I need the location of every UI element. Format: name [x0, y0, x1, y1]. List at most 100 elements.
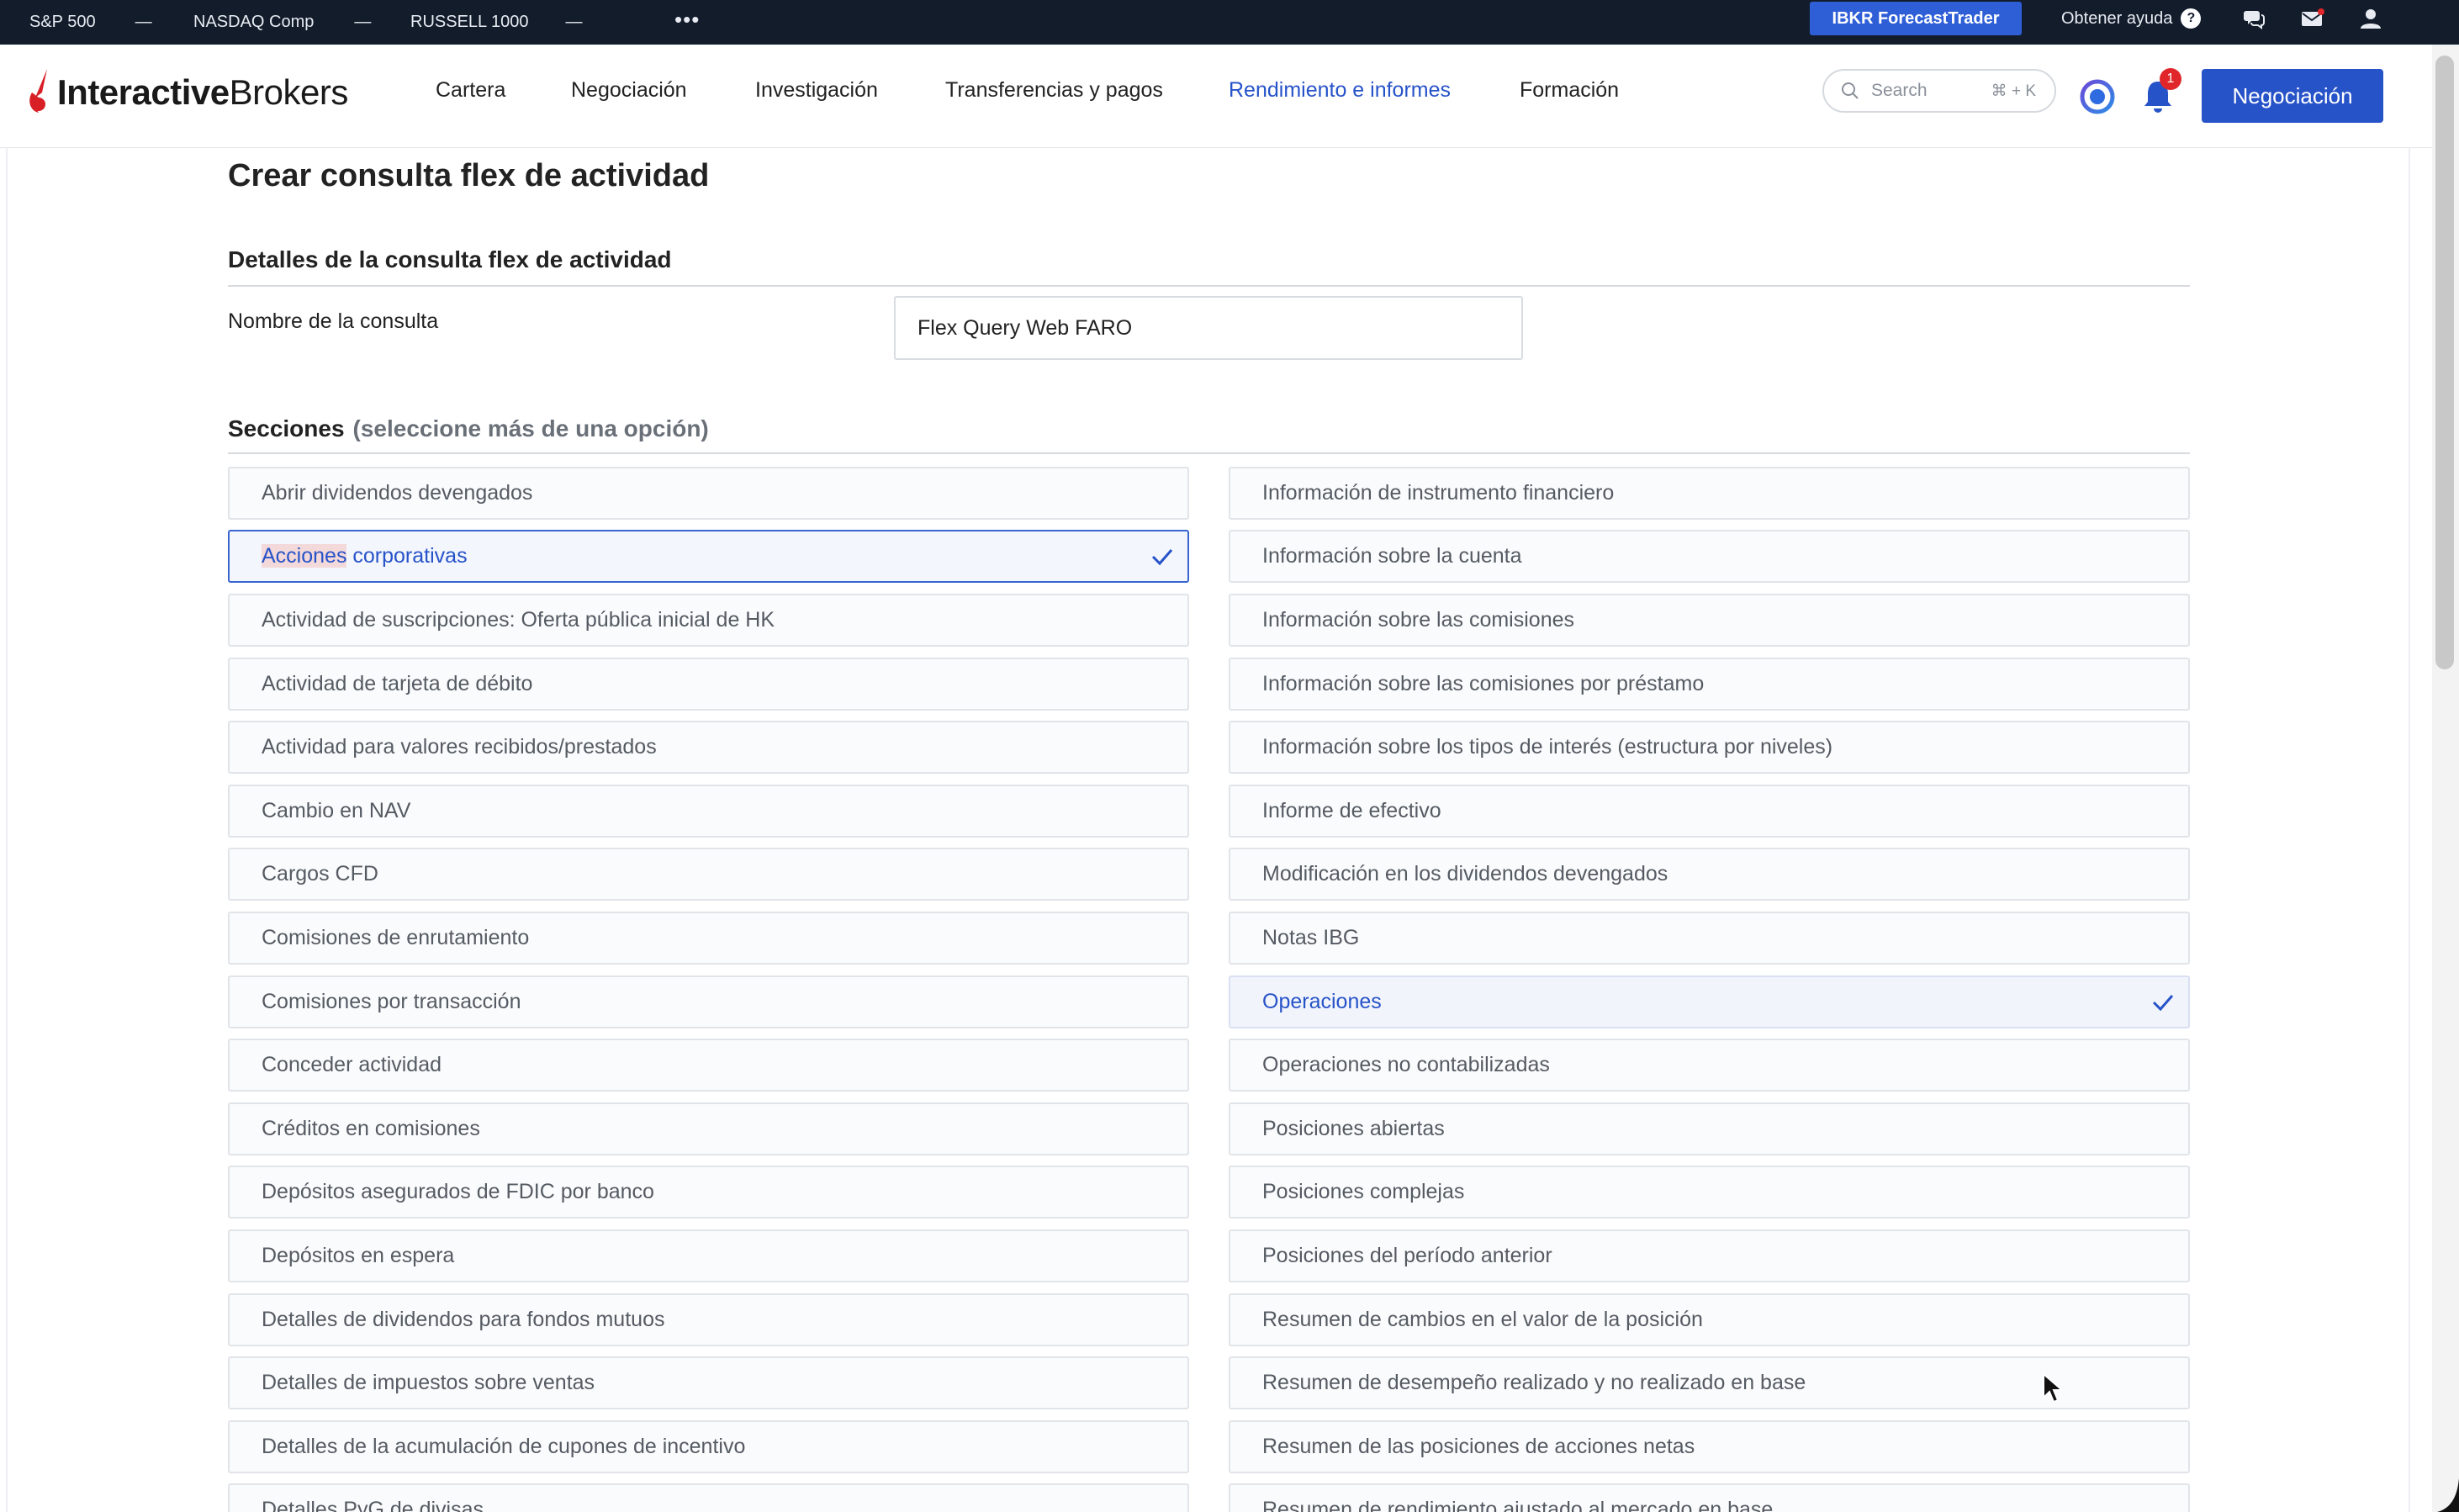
section-option-label: Detalles de la acumulación de cupones de…	[262, 1435, 746, 1458]
ibot-assistant-icon[interactable]	[2079, 78, 2116, 115]
section-option-label: Información sobre las comisiones	[1262, 608, 1574, 632]
section-option[interactable]: Información de instrumento financiero	[1229, 467, 2190, 520]
section-option-label: Resumen de cambios en el valor de la pos…	[1262, 1308, 1703, 1331]
section-option-label: Actividad de suscripciones: Oferta públi…	[262, 608, 775, 632]
interactive-brokers-logo[interactable]: InteractiveBrokers	[27, 63, 348, 122]
logo-text-interactive: Interactive	[57, 72, 230, 112]
section-option[interactable]: Detalles PyG de divisas	[228, 1483, 1189, 1512]
ticker-russell[interactable]: RUSSELL 1000 —	[410, 0, 582, 45]
query-name-label: Nombre de la consulta	[228, 309, 439, 333]
ticker-label: RUSSELL 1000	[410, 13, 529, 31]
section-option[interactable]: Depósitos asegurados de FDIC por banco	[228, 1166, 1189, 1219]
section-option-label: Información sobre los tipos de interés (…	[1262, 735, 1833, 759]
ticker-bar: S&P 500 — NASDAQ Comp — RUSSELL 1000 — •…	[0, 0, 2459, 45]
section-option[interactable]: Abrir dividendos devengados	[228, 467, 1189, 520]
ticker-value: —	[354, 13, 372, 31]
ticker-nasdaq[interactable]: NASDAQ Comp —	[193, 0, 371, 45]
chat-icon[interactable]	[2240, 5, 2267, 32]
query-name-input[interactable]	[894, 296, 1523, 360]
section-option[interactable]: Operaciones no contabilizadas	[1229, 1039, 2190, 1092]
section-option-label: Depósitos asegurados de FDIC por banco	[262, 1180, 654, 1203]
section-option[interactable]: Créditos en comisiones	[228, 1102, 1189, 1155]
section-option[interactable]: Notas IBG	[1229, 912, 2190, 965]
nav-cartera[interactable]: Cartera	[436, 78, 505, 103]
section-option-label: Notas IBG	[1262, 926, 1360, 949]
section-option-label: Operaciones no contabilizadas	[1262, 1053, 1550, 1076]
check-icon	[2152, 995, 2174, 1012]
section-option-label: Informe de efectivo	[1262, 799, 1441, 822]
section-option-label-rest: corporativas	[346, 544, 468, 568]
section-option[interactable]: Información sobre la cuenta	[1229, 530, 2190, 583]
section-option-label: Información de instrumento financiero	[1262, 481, 1615, 505]
left-border	[6, 147, 8, 1512]
search-box[interactable]: Search ⌘ + K	[1822, 69, 2056, 113]
nav-negociacion[interactable]: Negociación	[571, 78, 687, 103]
sections-heading: Secciones (seleccione más de una opción)	[228, 415, 709, 442]
section-option[interactable]: Cargos CFD	[228, 848, 1189, 901]
section-option[interactable]: Detalles de la acumulación de cupones de…	[228, 1420, 1189, 1473]
help-link[interactable]: Obtener ayuda ?	[2061, 0, 2202, 37]
divider	[228, 452, 2190, 454]
section-option[interactable]: Modificación en los dividendos devengado…	[1229, 848, 2190, 901]
nav-transferencias[interactable]: Transferencias y pagos	[945, 78, 1163, 103]
search-highlight: Acciones	[262, 544, 347, 568]
nav-formacion[interactable]: Formación	[1520, 78, 1619, 103]
section-option[interactable]: Depósitos en espera	[228, 1229, 1189, 1282]
ticker-label: S&P 500	[29, 13, 96, 31]
nav-rendimiento[interactable]: Rendimiento e informes	[1229, 78, 1451, 103]
section-option-label: Modificación en los dividendos devengado…	[1262, 862, 1668, 886]
logo-wordmark: InteractiveBrokers	[57, 72, 348, 113]
scrollbar-thumb[interactable]	[2435, 56, 2454, 669]
ticker-label: NASDAQ Comp	[193, 13, 315, 31]
section-option-label: Posiciones abiertas	[1262, 1117, 1445, 1140]
sections-hint: (seleccione más de una opción)	[352, 415, 709, 441]
section-option[interactable]: Actividad para valores recibidos/prestad…	[228, 721, 1189, 774]
right-border	[2409, 147, 2410, 1512]
divider	[228, 285, 2190, 287]
section-option[interactable]: Resumen de las posiciones de acciones ne…	[1229, 1420, 2190, 1473]
window-corner	[2437, 1478, 2459, 1512]
section-option[interactable]: Detalles de dividendos para fondos mutuo…	[228, 1293, 1189, 1346]
section-option[interactable]: Posiciones del período anterior	[1229, 1229, 2190, 1282]
section-option-label: Conceder actividad	[262, 1053, 442, 1076]
section-option-label: Detalles PyG de divisas	[262, 1498, 484, 1512]
logo-text-brokers: Brokers	[229, 72, 349, 112]
section-option-selected[interactable]: Acciones corporativas	[228, 530, 1189, 583]
section-option[interactable]: Resumen de cambios en el valor de la pos…	[1229, 1293, 2190, 1346]
section-option[interactable]: Informe de efectivo	[1229, 785, 2190, 838]
details-section-title: Detalles de la consulta flex de activida…	[228, 246, 672, 272]
help-label: Obtener ayuda	[2061, 8, 2173, 28]
section-option[interactable]: Posiciones abiertas	[1229, 1102, 2190, 1155]
section-option-label: Abrir dividendos devengados	[262, 481, 533, 505]
ticker-more-button[interactable]: •••	[674, 0, 700, 42]
section-option-label: Posiciones complejas	[1262, 1180, 1465, 1203]
mail-icon[interactable]	[2299, 5, 2326, 32]
sections-title: Secciones	[228, 415, 345, 441]
section-option[interactable]: Conceder actividad	[228, 1039, 1189, 1092]
section-option[interactable]: Información sobre las comisiones por pré…	[1229, 658, 2190, 711]
section-option[interactable]: Comisiones por transacción	[228, 975, 1189, 1028]
section-option[interactable]: Cambio en NAV	[228, 785, 1189, 838]
section-option[interactable]: Actividad de tarjeta de débito	[228, 658, 1189, 711]
section-option-label: Información sobre las comisiones por pré…	[1262, 672, 1705, 695]
section-option-label: Cambio en NAV	[262, 799, 411, 822]
section-option[interactable]: Detalles de impuestos sobre ventas	[228, 1356, 1189, 1409]
notification-badge: 1	[2160, 68, 2181, 90]
section-option-label: Acciones corporativas	[262, 544, 468, 568]
section-option[interactable]: Información sobre las comisiones	[1229, 594, 2190, 647]
section-option[interactable]: Comisiones de enrutamiento	[228, 912, 1189, 965]
forecasttrader-button[interactable]: IBKR ForecastTrader	[1810, 2, 2022, 35]
ticker-value: —	[135, 13, 152, 31]
section-option[interactable]: Información sobre los tipos de interés (…	[1229, 721, 2190, 774]
section-option-label: Créditos en comisiones	[262, 1117, 480, 1140]
sections-grid: Abrir dividendos devengados Acciones cor…	[228, 467, 2190, 1512]
section-option[interactable]: Resumen de rendimiento ajustado al merca…	[1229, 1483, 2190, 1512]
section-option-selected[interactable]: Operaciones	[1229, 975, 2190, 1028]
trade-button[interactable]: Negociación	[2202, 69, 2383, 123]
ticker-sp500[interactable]: S&P 500 —	[29, 0, 152, 45]
section-option[interactable]: Posiciones complejas	[1229, 1166, 2190, 1219]
user-icon[interactable]	[2357, 5, 2384, 32]
nav-investigacion[interactable]: Investigación	[755, 78, 878, 103]
section-option[interactable]: Actividad de suscripciones: Oferta públi…	[228, 594, 1189, 647]
ticker-value: —	[565, 13, 583, 31]
